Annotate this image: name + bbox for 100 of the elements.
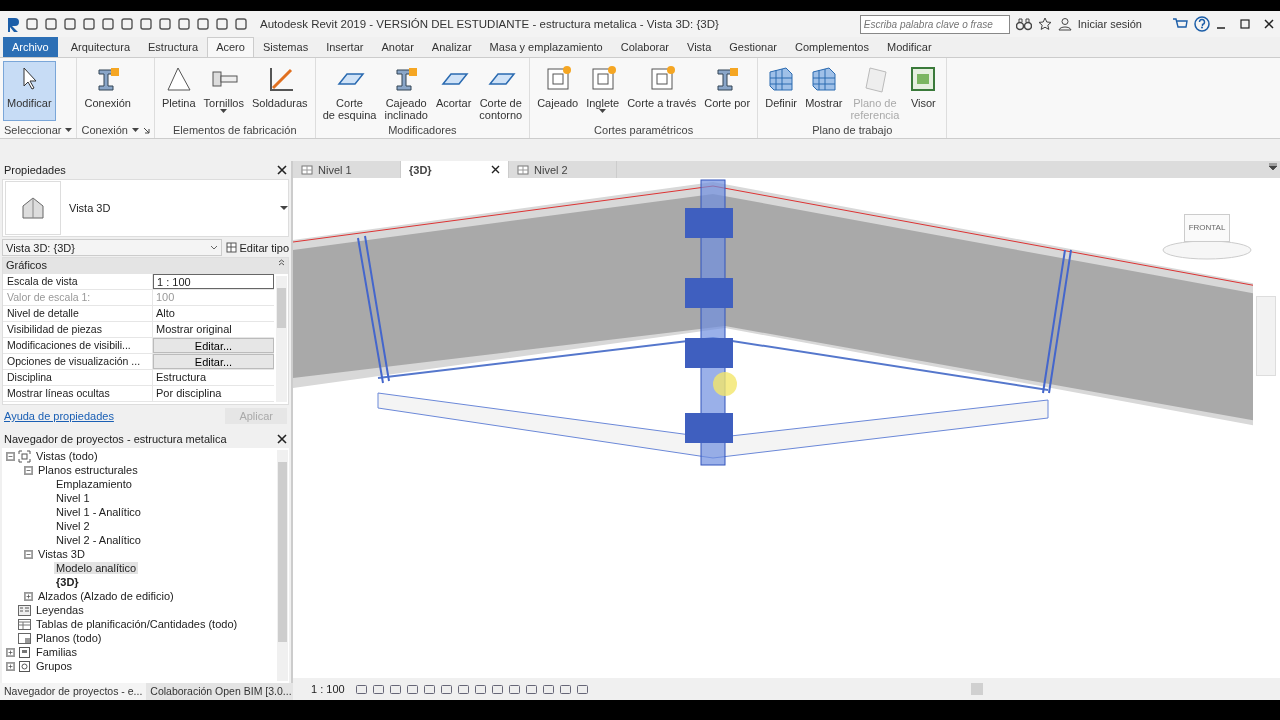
sign-in-link[interactable]: Iniciar sesión	[1077, 18, 1142, 30]
table-icon	[18, 617, 31, 631]
ribbon-tool-button[interactable]: Pletina	[157, 61, 200, 121]
tree-item[interactable]: Planos (todo)	[34, 632, 104, 644]
ribbon-tool-button[interactable]: Soldaduras	[247, 61, 312, 121]
ribbon-tab[interactable]: Acero	[207, 37, 254, 57]
collapse-toggle[interactable]	[6, 451, 15, 461]
floor-plan-icon	[517, 163, 529, 176]
view-scale[interactable]: 1 : 100	[311, 683, 345, 695]
ribbon-tool-button[interactable]: Conexión	[80, 61, 135, 121]
group-icon	[18, 659, 31, 673]
type-selector[interactable]: Vista 3D	[2, 179, 289, 237]
viewcube-face[interactable]: FRONTAL	[1184, 214, 1230, 242]
collapse-icon[interactable]	[278, 259, 285, 266]
edit-button[interactable]: Editar...	[153, 354, 274, 369]
close-icon[interactable]	[277, 434, 287, 444]
expand-toggle[interactable]	[24, 591, 33, 601]
app-logo-icon[interactable]	[6, 16, 20, 32]
scrollbar[interactable]	[277, 450, 288, 681]
property-value: Mostrar original	[155, 322, 233, 337]
panel-title[interactable]: Seleccionar	[0, 121, 77, 139]
ribbon-tab[interactable]: Gestionar	[720, 37, 786, 57]
tree-item[interactable]: Leyendas	[34, 604, 86, 616]
panel-title[interactable]: Conexión	[77, 121, 154, 139]
search-field[interactable]: Escriba palabra clave o frase	[859, 14, 1010, 34]
close-icon[interactable]	[491, 165, 500, 174]
caret-icon	[65, 127, 73, 133]
ribbon-tab[interactable]: Anotar	[372, 37, 423, 57]
tree-item[interactable]: Nivel 1	[54, 492, 92, 504]
views-icon	[18, 449, 31, 463]
panel-title: Modificadores	[387, 123, 458, 138]
cart-icon[interactable]	[1172, 17, 1188, 31]
tree-item[interactable]: Modelo analítico	[54, 562, 139, 574]
scrollbar[interactable]	[276, 276, 287, 402]
ribbon-tab[interactable]: Archivo	[3, 37, 58, 57]
ribbon-tool-button[interactable]: Corte de contorno	[475, 61, 527, 121]
close-icon[interactable]	[1264, 19, 1274, 29]
ribbon-tab[interactable]: Arquitectura	[61, 37, 139, 57]
menu-caret-icon[interactable]	[1269, 163, 1277, 171]
section-header: Gráficos	[6, 259, 47, 273]
collapse-toggle[interactable]	[24, 549, 33, 559]
ribbon-tool-button[interactable]: Corte de esquina	[318, 61, 381, 121]
property-value: Por disciplina	[155, 386, 223, 401]
binoculars-icon[interactable]	[1015, 17, 1032, 31]
panel-tab[interactable]: Colaboración Open BIM [3.0...	[146, 683, 296, 700]
ribbon-tool-button[interactable]: Cajeado	[533, 61, 583, 121]
ribbon-tab[interactable]: Sistemas	[253, 37, 318, 57]
tree-item[interactable]: Vistas (todo)	[34, 450, 100, 462]
tree-item[interactable]: Emplazamiento	[54, 478, 134, 490]
ribbon-tab[interactable]: Complementos	[786, 37, 878, 57]
tree-item[interactable]: Nivel 2 - Analítico	[54, 534, 143, 546]
edit-type-button[interactable]: Editar tipo	[226, 241, 289, 254]
caret-icon	[599, 109, 607, 114]
viewcube-ring-icon	[1162, 240, 1252, 260]
ribbon-tab[interactable]: Colaborar	[611, 37, 679, 57]
ribbon-tool-button[interactable]: Cajeado inclinado	[380, 61, 432, 121]
ribbon-tab[interactable]: Vista	[678, 37, 721, 57]
tree-item[interactable]: Alzados (Alzado de edificio)	[36, 590, 176, 602]
close-icon[interactable]	[277, 165, 287, 175]
caret-icon	[220, 109, 228, 114]
ribbon-tool-button[interactable]: Visor	[903, 61, 944, 121]
chevron-icon	[210, 245, 219, 250]
tree-item[interactable]: Vistas 3D	[36, 548, 87, 560]
tree-item[interactable]: Tablas de planificación/Cantidades (todo)	[34, 618, 240, 630]
help-link[interactable]: Ayuda de propiedades	[4, 410, 114, 422]
ribbon-tool-button[interactable]: Acortar	[431, 61, 476, 121]
view-tab[interactable]: {3D}	[401, 161, 509, 178]
ribbon-tool-button[interactable]: Definir	[761, 61, 802, 121]
panel-title: Navegador de proyectos - estructura metalica	[4, 433, 227, 445]
tree-item[interactable]: Familias	[34, 646, 79, 658]
ribbon-tab[interactable]: Insertar	[317, 37, 373, 57]
maximize-icon[interactable]	[1240, 19, 1250, 29]
expand-toggle[interactable]	[6, 647, 15, 657]
property-value-field[interactable]: 1 : 100	[153, 274, 274, 289]
ribbon-tool-button[interactable]: Corte por	[700, 61, 755, 121]
panel-tab[interactable]: Navegador de proyectos - e...	[0, 683, 147, 700]
panel-title: Elementos de fabricación	[172, 123, 298, 138]
expand-toggle[interactable]	[6, 661, 15, 671]
tree-item[interactable]: Nivel 1 - Analítico	[54, 506, 143, 518]
tree-item[interactable]: Nivel 2	[54, 520, 92, 532]
ribbon-tab[interactable]: Masa y emplazamiento	[480, 37, 612, 57]
tree-item[interactable]: Grupos	[34, 660, 75, 672]
ribbon-tool-button[interactable]: Tornillos	[199, 61, 248, 121]
ribbon-tab[interactable]: Analizar	[422, 37, 481, 57]
ribbon-tool-button[interactable]: Corte a través	[623, 61, 701, 121]
viewcube-drawing[interactable]: FRONTAL	[1162, 206, 1252, 261]
ribbon-tool-button[interactable]: Modificar	[3, 61, 56, 121]
family-icon	[18, 645, 31, 659]
ribbon-tab[interactable]: Modificar	[878, 37, 941, 57]
help-icon[interactable]	[1194, 16, 1210, 32]
ribbon-tab[interactable]: Estructura	[139, 37, 208, 57]
collapse-toggle[interactable]	[24, 465, 33, 475]
edit-button[interactable]: Editar...	[153, 338, 274, 353]
tree-item[interactable]: {3D}	[54, 576, 81, 588]
ribbon-tool-button[interactable]: Mostrar	[801, 61, 847, 121]
ribbon-tool-button[interactable]: Inglete	[582, 61, 624, 121]
tree-item[interactable]: Planos estructurales	[36, 464, 140, 476]
star-icon[interactable]	[1037, 17, 1052, 31]
instance-dropdown[interactable]: Vista 3D: {3D}	[2, 239, 223, 256]
user-icon[interactable]	[1057, 17, 1072, 31]
